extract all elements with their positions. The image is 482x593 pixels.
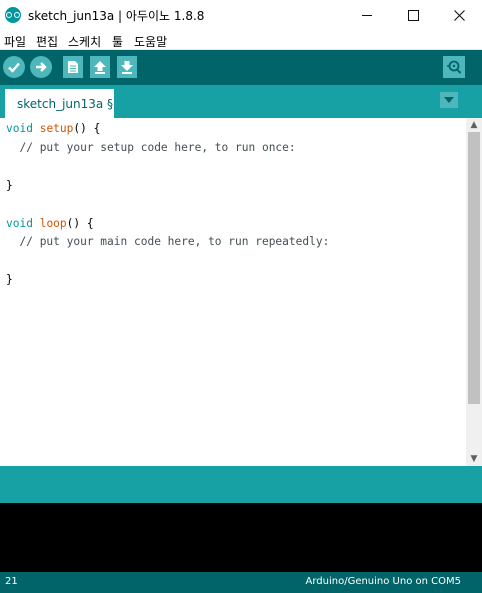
document-icon (68, 61, 78, 73)
code-line: } (6, 273, 13, 287)
menu-edit[interactable]: 편집 (36, 33, 58, 50)
menu-tools[interactable]: 툴 (112, 33, 123, 50)
magnifier-icon (447, 60, 462, 74)
menu-file[interactable]: 파일 (4, 33, 26, 50)
tab-bar: sketch_jun13a § (0, 85, 482, 118)
message-area (0, 466, 482, 503)
minimize-button[interactable] (344, 0, 390, 30)
board-port-info: Arduino/Genuino Uno on COM5 (305, 576, 462, 587)
minimize-icon (362, 14, 372, 16)
scroll-up-arrow-icon[interactable]: ▲ (466, 118, 482, 132)
chevron-down-icon (444, 97, 454, 103)
menu-bar: 파일 편집 스케치 툴 도움말 (0, 30, 482, 50)
tab-menu-button[interactable] (440, 92, 458, 108)
maximize-button[interactable] (390, 0, 436, 30)
maximize-icon (407, 9, 419, 21)
close-button[interactable] (436, 0, 482, 30)
save-button[interactable] (117, 56, 137, 78)
check-icon (8, 62, 20, 73)
code-line: } (6, 178, 13, 192)
scroll-down-arrow-icon[interactable]: ▼ (466, 452, 482, 466)
line-number: 21 (5, 576, 18, 587)
close-icon (453, 9, 465, 21)
code-line: void setup() { (6, 122, 101, 135)
arrow-down-icon (121, 61, 133, 74)
serial-monitor-button[interactable] (443, 56, 465, 78)
code-line: // put your setup code here, to run once… (19, 140, 296, 154)
tab-sketch[interactable]: sketch_jun13a § (5, 89, 114, 118)
upload-button[interactable] (30, 56, 52, 78)
code-line: void loop() { (6, 216, 94, 230)
status-bar: 21 Arduino/Genuino Uno on COM5 (0, 572, 482, 593)
toolbar (0, 50, 482, 85)
code-editor[interactable]: void setup() { // put your setup code he… (0, 118, 466, 466)
verify-button[interactable] (3, 56, 25, 78)
title-bar: sketch_jun13a | 아두이노 1.8.8 (0, 0, 482, 30)
console-output[interactable] (0, 503, 482, 572)
arrow-right-icon (36, 62, 47, 72)
code-line: // put your main code here, to run repea… (19, 235, 330, 249)
new-sketch-button[interactable] (63, 56, 83, 78)
editor-scrollbar[interactable]: ▲ ▼ (466, 118, 482, 466)
menu-help[interactable]: 도움말 (134, 33, 167, 50)
tab-label: sketch_jun13a § (17, 97, 114, 111)
menu-sketch[interactable]: 스케치 (68, 33, 101, 50)
code-text[interactable]: void setup() { // put your setup code he… (6, 120, 329, 290)
scrollbar-thumb[interactable] (468, 132, 480, 404)
open-button[interactable] (90, 56, 110, 78)
arrow-up-icon (94, 61, 106, 74)
arduino-logo-icon (5, 7, 21, 23)
window-title: sketch_jun13a | 아두이노 1.8.8 (28, 9, 205, 23)
